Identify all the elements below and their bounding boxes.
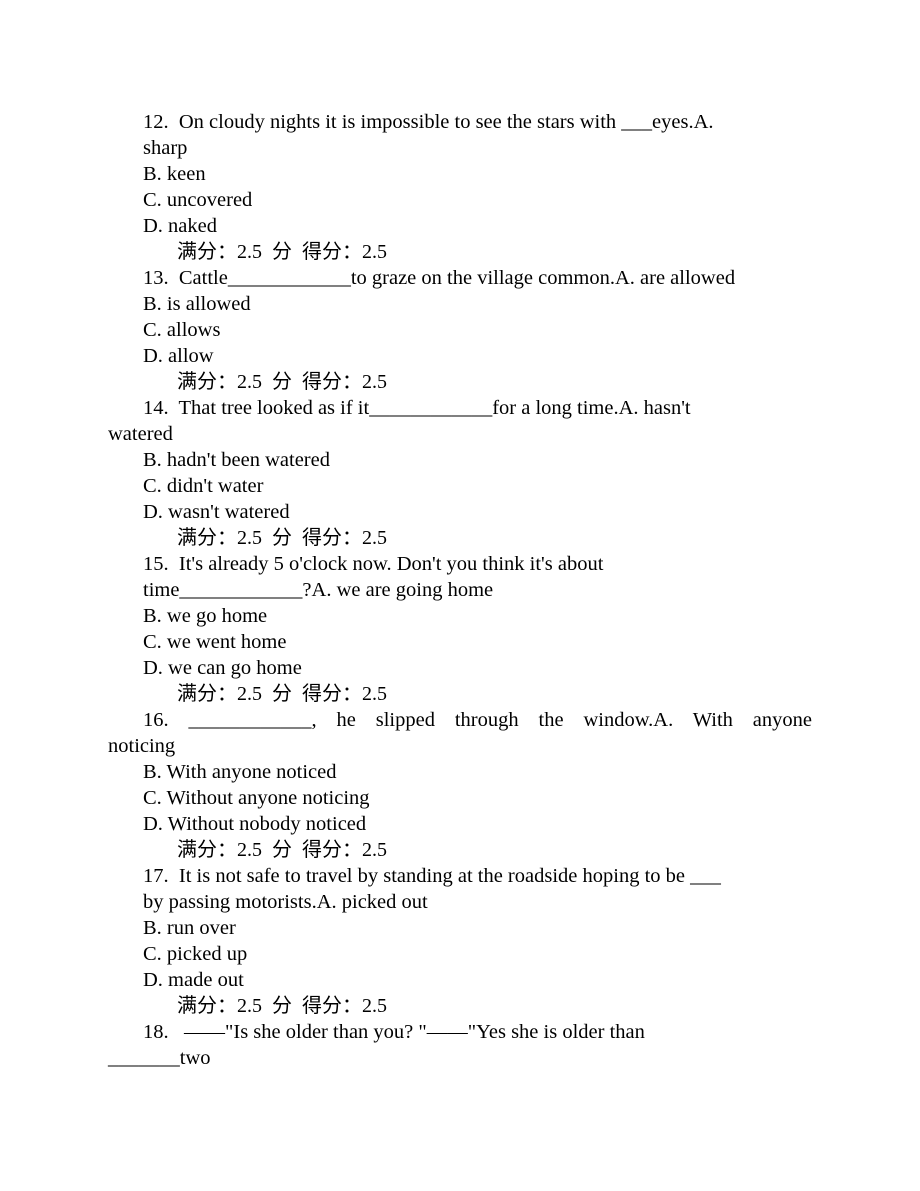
question-17-option-b: B. run over bbox=[143, 917, 236, 939]
question-14-option-b: B. hadn't been watered bbox=[143, 449, 330, 471]
question-16-score: 满分：2.5 分 得分：2.5 bbox=[177, 839, 387, 861]
question-17-option-d: D. made out bbox=[143, 969, 244, 991]
question-13-stem: 13. Cattle____________to graze on the vi… bbox=[143, 267, 736, 289]
question-12-score: 满分：2.5 分 得分：2.5 bbox=[177, 241, 387, 263]
question-12-option-c: C. uncovered bbox=[143, 189, 253, 211]
question-15-option-d: D. we can go home bbox=[143, 657, 302, 679]
question-16-option-d: D. Without nobody noticed bbox=[143, 813, 367, 835]
question-15-stem-cont: time____________?A. we are going home bbox=[143, 579, 494, 601]
question-16-option-b: B. With anyone noticed bbox=[143, 761, 337, 783]
question-15-stem: 15. It's already 5 o'clock now. Don't yo… bbox=[143, 553, 604, 575]
document-page: 12. On cloudy nights it is impossible to… bbox=[0, 0, 920, 1191]
question-18-stem-cont: _______two bbox=[108, 1047, 211, 1069]
question-18-stem: 18. ——"Is she older than you? "——"Yes sh… bbox=[143, 1021, 645, 1043]
question-17-stem-cont: by passing motorists.A. picked out bbox=[143, 891, 428, 913]
question-16-stem-cont: noticing bbox=[108, 735, 176, 757]
question-12-stem-cont: sharp bbox=[143, 137, 188, 159]
question-12-option-b: B. keen bbox=[143, 163, 206, 185]
question-14-stem-cont: watered bbox=[108, 423, 173, 445]
question-17-stem: 17. It is not safe to travel by standing… bbox=[143, 865, 721, 887]
question-17-score: 满分：2.5 分 得分：2.5 bbox=[177, 995, 387, 1017]
question-14-score: 满分：2.5 分 得分：2.5 bbox=[177, 527, 387, 549]
question-13-option-c: C. allows bbox=[143, 319, 221, 341]
question-14-option-d: D. wasn't watered bbox=[143, 501, 290, 523]
question-16-stem: 16. ____________, he slipped through the… bbox=[143, 709, 812, 731]
question-15-option-c: C. we went home bbox=[143, 631, 287, 653]
question-13-score: 满分：2.5 分 得分：2.5 bbox=[177, 371, 387, 393]
question-16-option-c: C. Without anyone noticing bbox=[143, 787, 370, 809]
question-14-stem: 14. That tree looked as if it___________… bbox=[143, 397, 691, 419]
question-15-score: 满分：2.5 分 得分：2.5 bbox=[177, 683, 387, 705]
question-14-option-c: C. didn't water bbox=[143, 475, 264, 497]
question-13-option-b: B. is allowed bbox=[143, 293, 251, 315]
question-13-option-d: D. allow bbox=[143, 345, 214, 367]
question-15-option-b: B. we go home bbox=[143, 605, 268, 627]
question-12-option-d: D. naked bbox=[143, 215, 218, 237]
question-17-option-c: C. picked up bbox=[143, 943, 248, 965]
question-12-stem: 12. On cloudy nights it is impossible to… bbox=[143, 111, 714, 133]
